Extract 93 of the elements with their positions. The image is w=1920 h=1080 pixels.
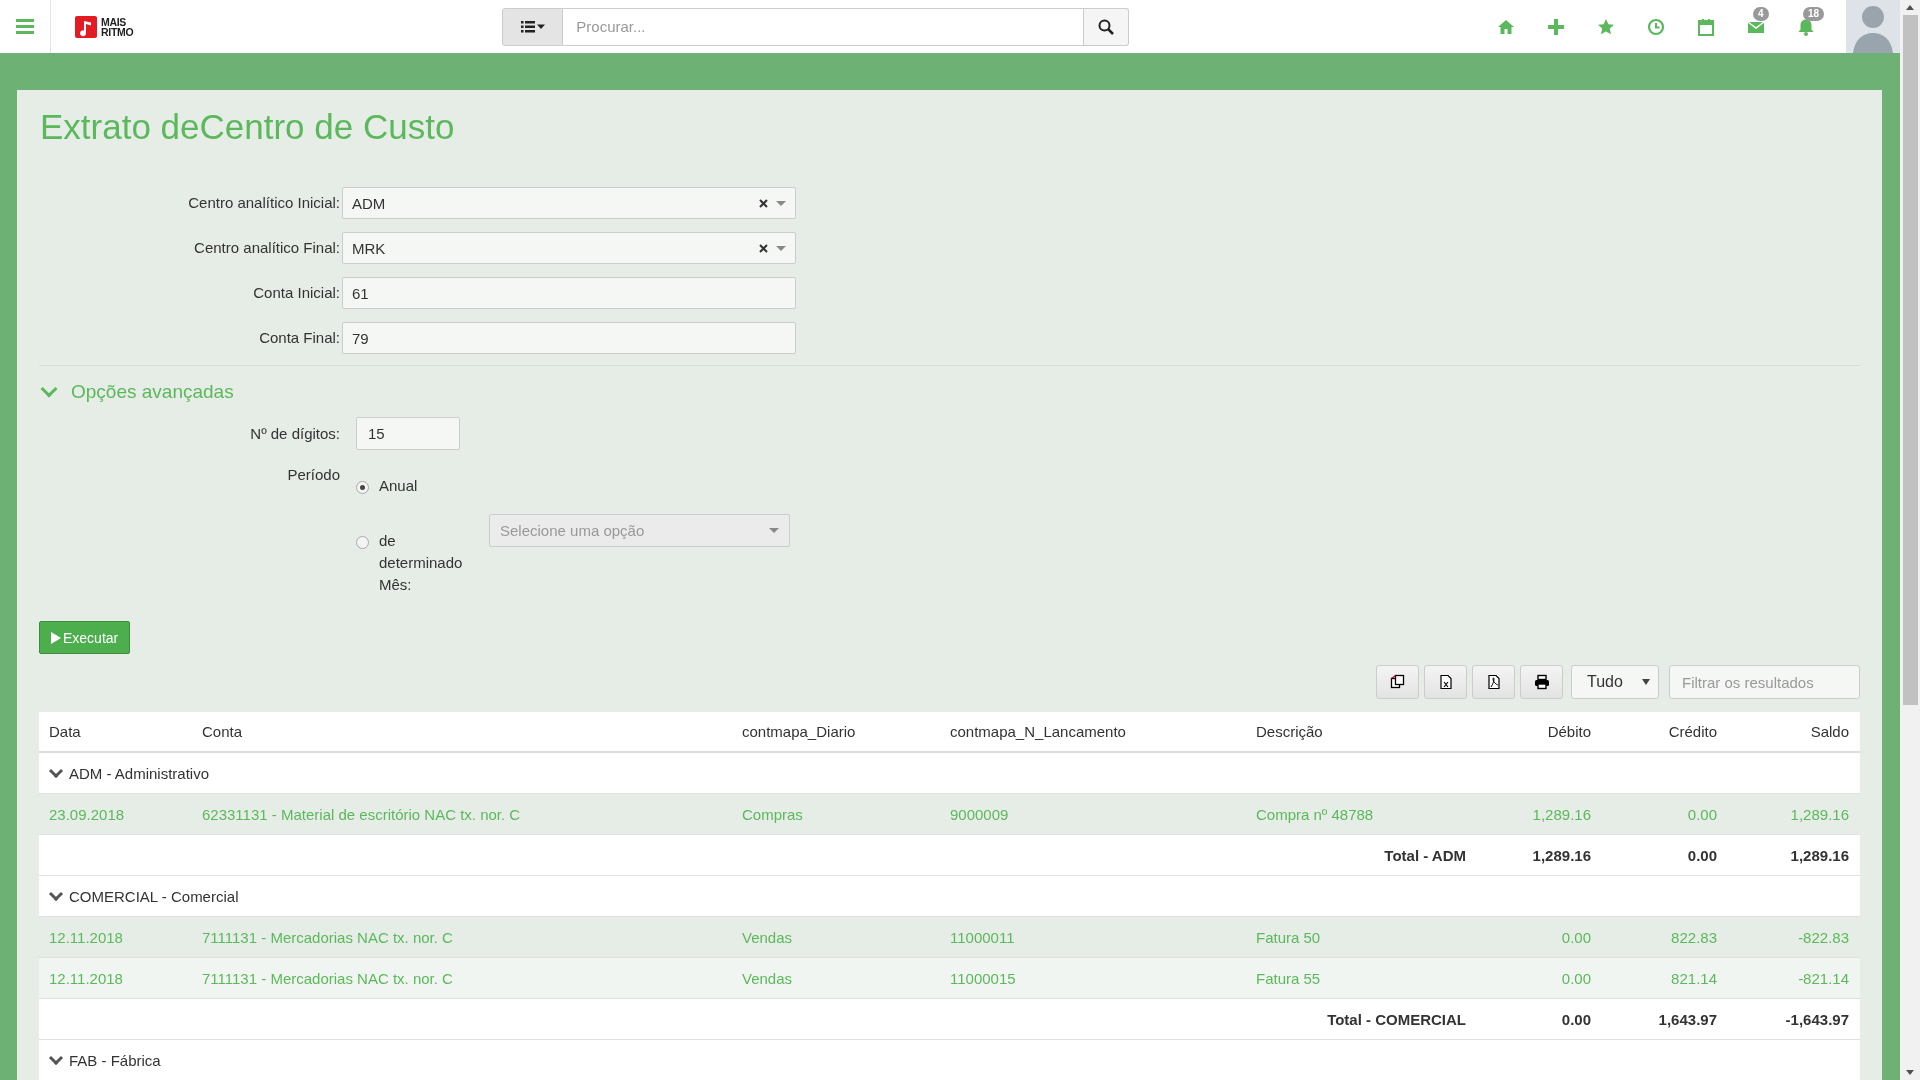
table-cell-text: 822.83 [1670, 928, 1718, 946]
input-field[interactable]: 15 [356, 417, 460, 450]
caret-icon [769, 528, 779, 533]
table-cell-text: 1,289.16 [1789, 846, 1850, 864]
caret-icon [776, 245, 786, 251]
group-label: FAB - Fábrica [69, 1051, 161, 1069]
field-label: Conta Inicial: [252, 283, 340, 303]
table-cell-text: 0.00 [1560, 969, 1592, 987]
table-cell-text: 0.00 [1686, 846, 1718, 864]
radio-button[interactable] [356, 481, 369, 494]
table-cell-text: -821.14 [1797, 969, 1850, 987]
bell-icon[interactable] [1797, 17, 1815, 36]
group-label: ADM - Administrativo [69, 764, 210, 782]
home-icon[interactable] [1497, 17, 1515, 36]
spreadsheet-file-button[interactable] [1424, 665, 1467, 699]
calendar-icon[interactable] [1697, 17, 1715, 36]
column-header[interactable]: Descrição [1246, 723, 1476, 740]
count-badge: 18 [1803, 6, 1825, 21]
table-cell-text: 7111131 - Mercadorias NAC tx. nor. C [201, 928, 454, 946]
table-cell-text: 11000011 [949, 928, 1016, 946]
table-cell-text: 1,289.16 [1789, 805, 1850, 823]
list-dropdown-button[interactable] [502, 7, 564, 46]
column-header[interactable]: Data [39, 723, 192, 740]
count-badge: 4 [1753, 6, 1769, 21]
search-field[interactable]: Procurar... [563, 7, 1085, 46]
field-label: Nº de dígitos: [249, 425, 340, 442]
field-label: Centro analítico Final: [193, 238, 340, 258]
group-row[interactable]: FAB - Fábrica [39, 1040, 1860, 1080]
list-icon [520, 20, 545, 33]
table-cell-text: Fatura 50 [1255, 928, 1322, 946]
spreadsheet-file-icon [1437, 674, 1454, 690]
table-cell-text: 62331131 - Material de escritório NAC tx. nor. C [201, 805, 522, 823]
select-field[interactable]: MRK [342, 232, 796, 264]
table-cell-text: Compra nº 48788 [1255, 805, 1375, 823]
print-button[interactable] [1520, 665, 1563, 699]
table-cell-text: 11000015 [949, 969, 1017, 987]
column-header[interactable]: Débito [1476, 723, 1601, 740]
table-cell-text: Vendas [741, 969, 794, 987]
select-field[interactable]: ADM [342, 187, 796, 219]
plus-icon[interactable] [1547, 17, 1565, 36]
table-cell-text: 0.00 [1560, 1010, 1592, 1028]
page-length-select[interactable]: Tudo [1571, 665, 1659, 699]
table-cell-text: -822.83 [1797, 928, 1850, 946]
table-cell-text: 12.11.2018 [48, 969, 124, 987]
field-label: Conta Final: [258, 328, 340, 348]
table-cell-text: Compras [741, 805, 804, 823]
table-cell-text: 1,289.16 [1531, 846, 1592, 864]
play-icon [51, 631, 61, 644]
field-label: Centro analítico Inicial: [187, 193, 340, 213]
copy-icon [1389, 674, 1406, 690]
music-note-logo-icon [75, 15, 97, 38]
search-button[interactable] [1084, 7, 1130, 46]
column-header[interactable]: Crédito [1601, 723, 1727, 740]
field-label: Período [286, 466, 340, 485]
search-icon [1098, 18, 1115, 35]
page-title: Extrato deCentro de Custo [40, 106, 456, 148]
clear-icon[interactable] [759, 243, 768, 253]
logo-text: MAIS RITMO [101, 16, 134, 37]
table-cell-text: 9000009 [949, 805, 1010, 823]
column-header[interactable]: Saldo [1727, 723, 1859, 740]
copy-button[interactable] [1376, 665, 1419, 699]
radio-button[interactable] [356, 536, 369, 549]
table-cell-text: 0.00 [1560, 928, 1592, 946]
table-cell-text: Fatura 55 [1255, 969, 1322, 987]
column-header[interactable]: contmapa_Diario [732, 723, 940, 740]
table-cell-text: 7111131 - Mercadorias NAC tx. nor. C [201, 969, 454, 987]
table-cell-text: -1,643.97 [1784, 1010, 1850, 1028]
print-icon [1533, 674, 1550, 690]
total-label: Total - ADM [1383, 846, 1467, 864]
table-cell-text: 0.00 [1686, 805, 1718, 823]
group-label: COMERCIAL - Comercial [69, 887, 239, 905]
table-cell-text: 1,643.97 [1657, 1010, 1718, 1028]
pdf-file-icon [1485, 674, 1502, 690]
pdf-file-button[interactable] [1472, 665, 1515, 699]
table-cell-text: 23.09.2018 [48, 805, 126, 823]
table-cell-text: 821.14 [1670, 969, 1718, 987]
filter-field[interactable]: Filtrar os resultados [1669, 665, 1860, 699]
input-field[interactable]: 79 [342, 322, 796, 354]
table-cell-text: 1,289.16 [1531, 805, 1592, 823]
radio-label: de determinado Mês: [379, 531, 464, 595]
table-cell-text: 12.11.2018 [48, 928, 124, 946]
table-cell-text: Vendas [741, 928, 794, 946]
input-field[interactable]: 61 [342, 277, 796, 309]
caret-icon [776, 200, 786, 206]
avatar-silhouette[interactable] [1846, 0, 1900, 53]
column-header[interactable]: contmapa_N_Lancamento [940, 723, 1246, 740]
clear-icon[interactable] [759, 198, 768, 208]
total-label: Total - COMERCIAL [1326, 1010, 1467, 1028]
star-icon[interactable] [1597, 17, 1615, 36]
column-header[interactable]: Conta [192, 723, 732, 740]
clock-icon[interactable] [1647, 17, 1665, 36]
scrollbar[interactable] [1900, 0, 1920, 1080]
radio-label: Anual [379, 476, 419, 496]
